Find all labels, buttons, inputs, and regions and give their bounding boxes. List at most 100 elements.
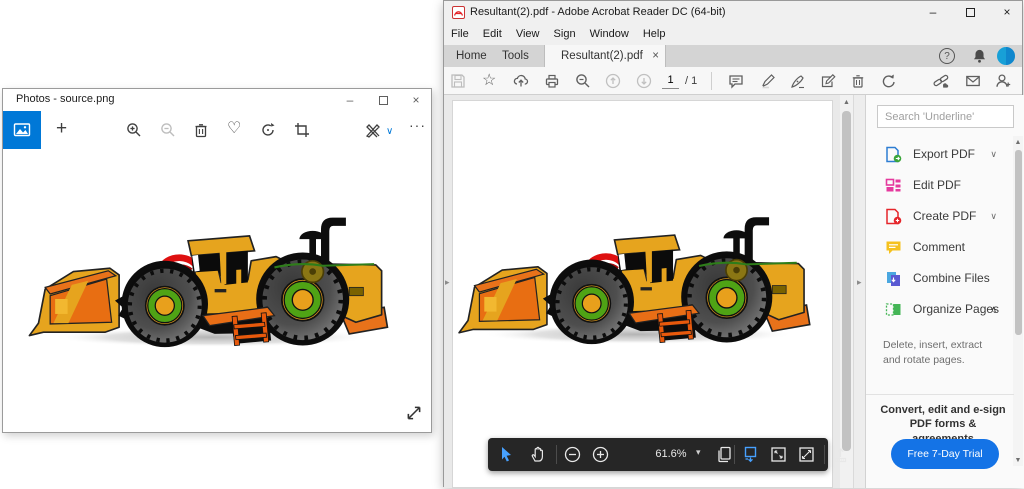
scrollbar-thumb[interactable]	[1015, 150, 1022, 335]
rotate-icon[interactable]	[260, 122, 276, 138]
maximize-button[interactable]	[368, 89, 398, 111]
add-button[interactable]: +	[56, 118, 67, 140]
fit-page-icon[interactable]	[770, 446, 787, 463]
tab-document[interactable]: Resultant(2).pdf ×	[544, 45, 666, 67]
maximize-icon	[379, 96, 388, 105]
tab-close-icon[interactable]: ×	[652, 50, 659, 62]
share-upload-icon[interactable]	[513, 73, 529, 89]
delete-icon[interactable]	[850, 73, 866, 89]
edit-chevron-icon[interactable]: ∨	[386, 121, 393, 143]
next-page-icon[interactable]	[636, 73, 652, 89]
tools-search-input[interactable]	[877, 105, 1014, 128]
scroll-down-icon[interactable]: ▼	[1013, 457, 1023, 464]
comment-tool-icon	[885, 239, 902, 256]
highlight-icon[interactable]	[760, 73, 776, 89]
tab-document-label: Resultant(2).pdf	[561, 50, 643, 62]
find-icon[interactable]	[575, 73, 591, 89]
tab-bar: Home Tools Resultant(2).pdf × ?	[444, 45, 1022, 67]
chevron-up-icon[interactable]: ∧	[990, 304, 997, 315]
photos-toolbar: + ♡	[3, 111, 431, 149]
scrolling-mode-icon[interactable]	[742, 446, 759, 463]
tools-pane-toggle-icon[interactable]: ▸	[857, 277, 862, 288]
menu-sign[interactable]: Sign	[554, 28, 576, 40]
scrollbar-thumb[interactable]	[842, 111, 851, 451]
scroll-up-icon[interactable]: ▲	[1013, 136, 1023, 146]
edit-create-icon[interactable]	[365, 122, 381, 138]
acrobat-window-title: Resultant(2).pdf - Adobe Acrobat Reader …	[470, 6, 726, 18]
zoom-out-button[interactable]	[564, 446, 581, 463]
delete-icon[interactable]	[193, 122, 209, 138]
acrobat-window: Resultant(2).pdf - Adobe Acrobat Reader …	[443, 0, 1023, 487]
tool-combine-files[interactable]: Combine Files	[866, 263, 1011, 293]
page-number-input[interactable]	[662, 72, 679, 89]
zoom-out-icon[interactable]	[160, 122, 176, 138]
scroll-up-icon[interactable]: ▲	[840, 95, 853, 106]
acrobat-app-icon	[452, 6, 465, 19]
tool-label: Edit PDF	[913, 178, 961, 192]
previous-page-icon[interactable]	[605, 73, 621, 89]
account-avatar[interactable]	[997, 47, 1015, 65]
export-pdf-icon	[885, 146, 902, 163]
select-tool-icon[interactable]	[498, 446, 515, 463]
menu-file[interactable]: File	[451, 28, 469, 40]
email-icon[interactable]	[965, 73, 981, 89]
panel-divider	[866, 394, 1014, 395]
menu-help[interactable]: Help	[643, 28, 666, 40]
nav-pane-toggle-icon[interactable]: ▸	[445, 277, 450, 288]
toolbar-divider	[556, 445, 557, 464]
panel-scrollbar[interactable]: ▲ ▼	[1013, 136, 1023, 466]
save-icon[interactable]	[450, 73, 466, 89]
rotate-pages-icon[interactable]	[880, 73, 896, 89]
maximize-button[interactable]	[955, 1, 985, 23]
fit-width-icon[interactable]	[798, 446, 815, 463]
free-trial-button[interactable]: Free 7-Day Trial	[891, 439, 999, 469]
invite-person-icon[interactable]	[995, 73, 1011, 89]
read-mode-icon[interactable]	[832, 446, 849, 463]
close-button[interactable]: ×	[401, 89, 431, 111]
tab-home[interactable]: Home	[456, 50, 487, 62]
more-options-button[interactable]: ···	[409, 114, 426, 136]
tool-edit-pdf[interactable]: Edit PDF	[866, 170, 1011, 200]
tools-panel-strip: ▸	[853, 95, 865, 488]
menu-edit[interactable]: Edit	[483, 28, 502, 40]
tab-tools[interactable]: Tools	[502, 50, 529, 62]
fill-sign-icon[interactable]	[820, 73, 836, 89]
create-pdf-icon	[885, 208, 902, 225]
main-toolbar: ☆ / 1	[444, 67, 1022, 95]
crop-icon[interactable]	[294, 122, 310, 138]
document-scrollbar[interactable]: ▲	[840, 95, 853, 488]
page-thumbnails-icon[interactable]	[716, 446, 733, 463]
fullscreen-toggle-icon[interactable]	[405, 404, 423, 422]
minimize-button[interactable]: –	[335, 89, 365, 111]
hand-tool-icon[interactable]	[530, 446, 547, 463]
tool-export-pdf[interactable]: Export PDF ∨	[866, 139, 1011, 169]
comment-icon[interactable]	[728, 73, 744, 89]
chevron-down-icon[interactable]: ∨	[990, 149, 997, 160]
zoom-in-button[interactable]	[592, 446, 609, 463]
print-icon[interactable]	[544, 73, 560, 89]
tool-label: Comment	[913, 240, 965, 254]
favorite-icon[interactable]: ♡	[227, 118, 241, 140]
toolbar-divider	[824, 445, 825, 464]
zoom-caret-icon[interactable]: ▾	[696, 447, 701, 458]
chevron-down-icon[interactable]: ∨	[990, 211, 997, 222]
photos-window: Photos - source.png – × +	[2, 88, 432, 433]
sign-pen-icon[interactable]	[790, 73, 806, 89]
tool-create-pdf[interactable]: Create PDF ∨	[866, 201, 1011, 231]
help-icon[interactable]: ?	[939, 48, 955, 64]
zoom-in-icon[interactable]	[126, 122, 142, 138]
combine-files-icon	[885, 270, 902, 287]
menu-window[interactable]: Window	[590, 28, 629, 40]
see-all-photos-button[interactable]	[3, 111, 41, 149]
link-share-icon[interactable]	[933, 73, 949, 89]
minimize-button[interactable]: –	[918, 1, 948, 23]
page-controls-toolbar: 61.6% ▾	[488, 438, 828, 471]
notifications-bell-icon[interactable]	[972, 48, 987, 64]
toolbar-divider	[734, 445, 735, 464]
menu-view[interactable]: View	[516, 28, 540, 40]
zoom-level-value[interactable]: 61.6%	[648, 448, 694, 460]
tool-comment[interactable]: Comment	[866, 232, 1011, 262]
favorites-star-icon[interactable]: ☆	[482, 70, 496, 90]
close-button[interactable]: ×	[992, 1, 1022, 23]
tool-organize-pages[interactable]: Organize Pages ∧	[866, 294, 1011, 324]
